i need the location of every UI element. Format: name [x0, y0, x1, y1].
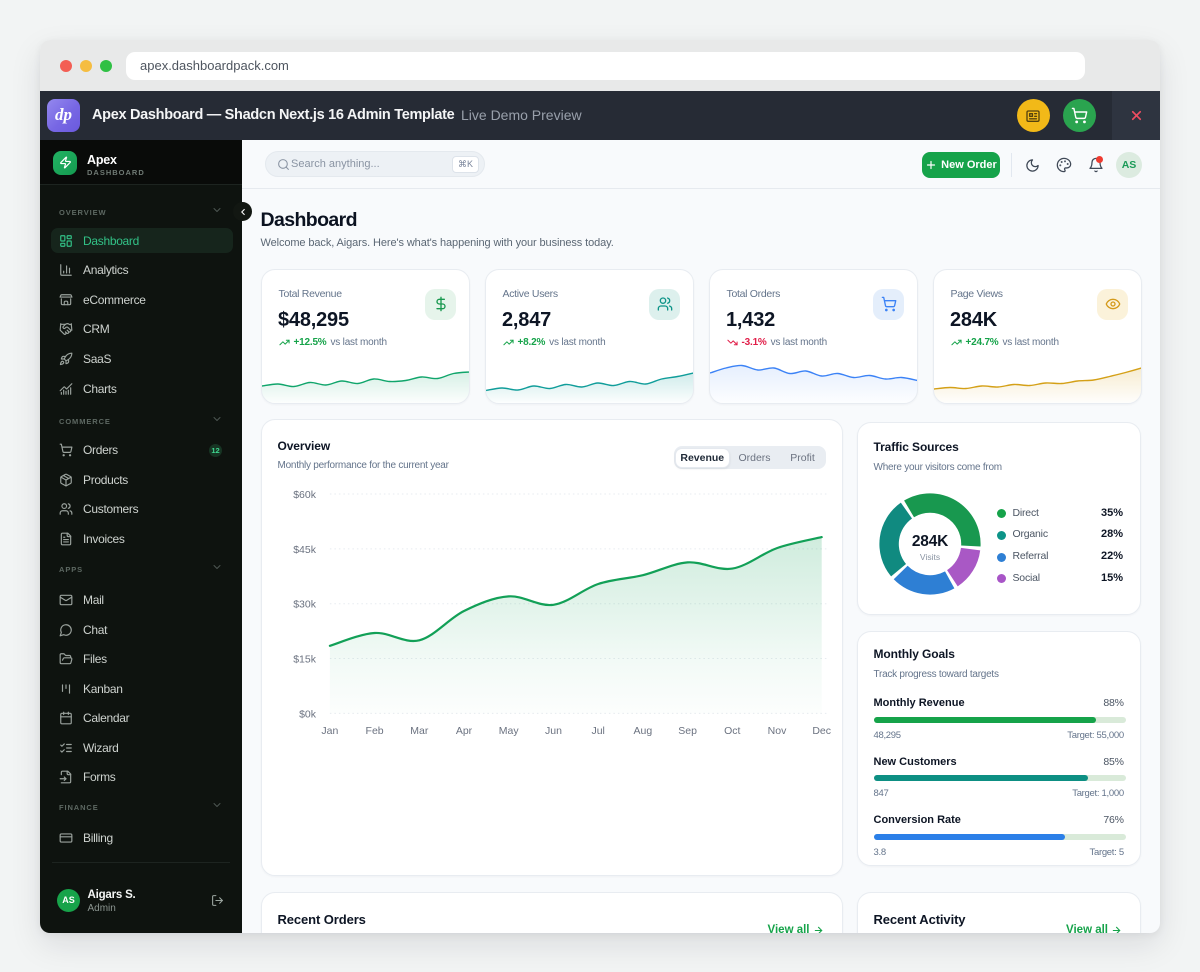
svg-text:$30k: $30k: [293, 599, 317, 611]
svg-text:Dec: Dec: [812, 725, 831, 737]
svg-text:Apr: Apr: [455, 725, 472, 737]
svg-text:Mar: Mar: [410, 725, 429, 737]
svg-text:$15k: $15k: [293, 654, 317, 666]
svg-text:$60k: $60k: [293, 489, 317, 501]
svg-text:Sep: Sep: [678, 725, 697, 737]
svg-text:May: May: [498, 725, 519, 737]
svg-text:Feb: Feb: [365, 725, 383, 737]
svg-text:Nov: Nov: [767, 725, 786, 737]
svg-text:Oct: Oct: [724, 725, 740, 737]
svg-text:Jul: Jul: [591, 725, 604, 737]
svg-text:Aug: Aug: [633, 725, 652, 737]
svg-text:Jun: Jun: [545, 725, 562, 737]
svg-text:Jan: Jan: [321, 725, 338, 737]
svg-text:$45k: $45k: [293, 544, 317, 556]
svg-text:$0k: $0k: [299, 708, 317, 720]
